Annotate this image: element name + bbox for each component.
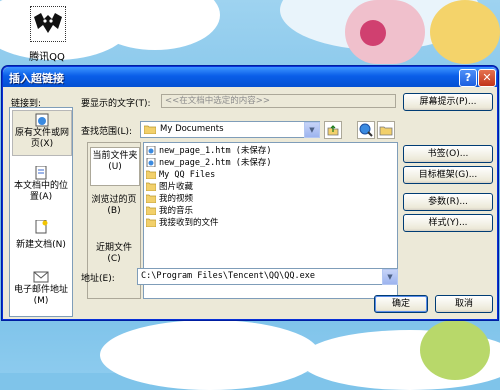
screen-tip-button[interactable]: 屏幕提示(P)... <box>403 93 493 111</box>
look-in-label: 查找范围(L): <box>81 127 133 137</box>
title-bar[interactable]: 插入超链接 ? ✕ <box>3 67 497 87</box>
look-in-select[interactable]: My Documents ▼ <box>140 121 320 138</box>
web-page-icon <box>146 158 156 167</box>
qq-penguin-icon <box>30 6 66 42</box>
folder-icon <box>146 182 156 191</box>
link-to-new-document-label: 新建文档(N) <box>16 240 66 250</box>
list-item[interactable]: 图片收藏 <box>146 182 394 193</box>
place-browsed-pages[interactable]: 浏览过的页(B) <box>90 195 138 223</box>
file-name: 图片收藏 <box>159 182 194 192</box>
flower-decoration <box>360 20 386 46</box>
close-button[interactable]: ✕ <box>478 69 496 87</box>
help-button[interactable]: ? <box>459 69 477 87</box>
browse-web-icon[interactable] <box>357 121 375 139</box>
link-to-document-position[interactable]: 本文档中的位置(A) <box>12 164 70 208</box>
new-document-icon <box>35 220 48 234</box>
document-position-icon <box>35 166 47 180</box>
file-name: 我接收到的文件 <box>159 218 219 228</box>
folder-icon <box>146 194 156 203</box>
link-to-email-label: 电子邮件地址(M) <box>13 285 68 306</box>
look-in-value: My Documents <box>160 124 224 134</box>
ball-decoration <box>420 320 490 380</box>
email-icon <box>33 271 49 283</box>
file-name: new_page_1.htm (未保存) <box>159 146 272 156</box>
file-name: new_page_2.htm (未保存) <box>159 158 272 168</box>
list-item[interactable]: 我的音乐 <box>146 206 394 217</box>
list-item[interactable]: new_page_1.htm (未保存) <box>146 146 394 157</box>
address-input[interactable]: C:\Program Files\Tencent\QQ\QQ.exe ▼ <box>137 268 398 285</box>
insert-hyperlink-dialog: 插入超链接 ? ✕ 链接到: 原有文件或网页(X) 本文档中的位置(A) 新建文… <box>2 66 498 320</box>
display-text-input[interactable]: <<在文档中选定的内容>> <box>161 94 396 108</box>
file-name: 我的音乐 <box>159 206 194 216</box>
ok-button[interactable]: 确定 <box>374 295 428 313</box>
globe-page-icon <box>35 113 49 127</box>
web-page-icon <box>146 146 156 155</box>
cloud-decoration <box>100 320 320 390</box>
list-item[interactable]: 我接收到的文件 <box>146 218 394 229</box>
link-to-email[interactable]: 电子邮件地址(M) <box>12 268 70 312</box>
link-to-existing-file[interactable]: 原有文件或网页(X) <box>12 110 72 156</box>
file-name: 我的视频 <box>159 194 194 204</box>
address-value: C:\Program Files\Tencent\QQ\QQ.exe <box>141 271 315 281</box>
dialog-title: 插入超链接 <box>9 72 64 85</box>
place-recent-files[interactable]: 近期文件(C) <box>90 243 138 271</box>
link-to-existing-file-label: 原有文件或网页(X) <box>14 128 69 149</box>
browse-file-icon[interactable] <box>377 121 395 139</box>
bookmark-button[interactable]: 书签(O)... <box>403 145 493 163</box>
style-button[interactable]: 样式(Y)... <box>403 214 493 232</box>
desktop-icon-qq[interactable]: 腾讯QQ <box>22 4 72 63</box>
chevron-down-icon[interactable]: ▼ <box>382 269 398 285</box>
chevron-down-icon[interactable]: ▼ <box>304 122 320 138</box>
cancel-button[interactable]: 取消 <box>435 295 493 313</box>
folder-icon <box>146 170 156 179</box>
folder-icon <box>146 218 156 227</box>
flower-decoration <box>430 0 500 64</box>
target-frame-button[interactable]: 目标框架(G)... <box>403 166 493 184</box>
display-text-label: 要显示的文字(T): <box>81 99 151 109</box>
folder-icon <box>144 125 156 134</box>
folder-icon <box>146 206 156 215</box>
parameters-button[interactable]: 参数(R)... <box>403 193 493 211</box>
list-item[interactable]: My QQ Files <box>146 170 394 181</box>
list-item[interactable]: new_page_2.htm (未保存) <box>146 158 394 169</box>
link-to-new-document[interactable]: 新建文档(N) <box>12 218 70 262</box>
place-current-folder[interactable]: 当前文件夹(U) <box>90 147 140 186</box>
up-folder-icon[interactable] <box>324 121 342 139</box>
desktop-icon-label: 腾讯QQ <box>29 52 65 63</box>
file-name: My QQ Files <box>159 170 216 180</box>
list-item[interactable]: 我的视频 <box>146 194 394 205</box>
link-to-sidebar: 原有文件或网页(X) 本文档中的位置(A) 新建文档(N) 电子邮件地址(M) <box>9 107 73 317</box>
link-to-document-position-label: 本文档中的位置(A) <box>13 181 68 202</box>
address-label: 地址(E): <box>81 274 115 284</box>
